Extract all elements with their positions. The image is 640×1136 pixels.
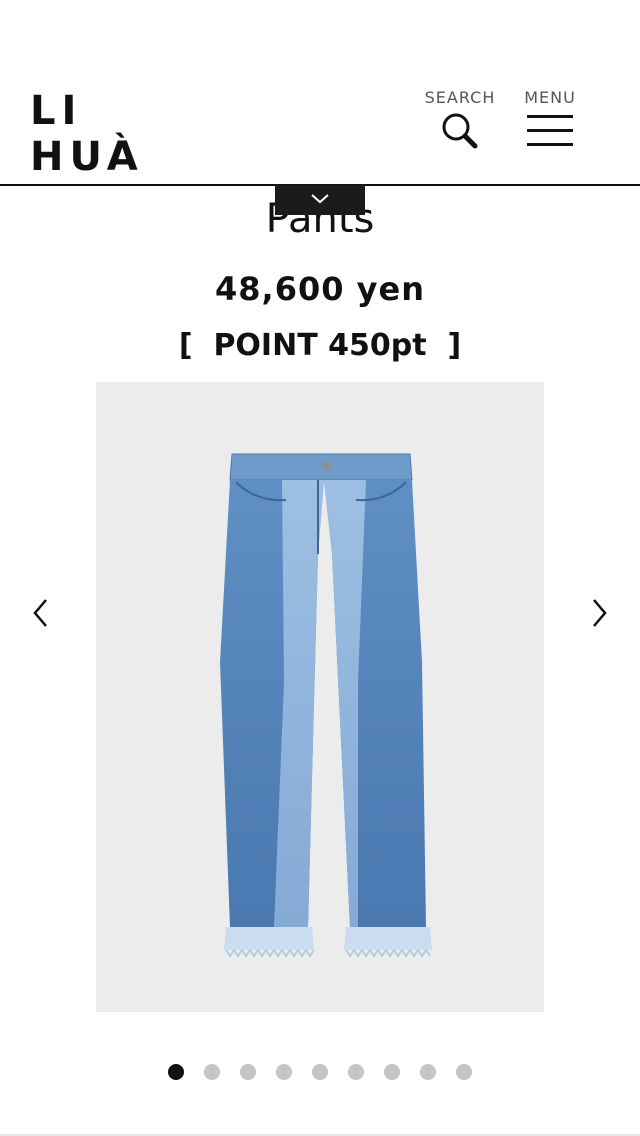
collapse-header-toggle[interactable] [275, 185, 365, 215]
carousel-pagination [0, 1064, 640, 1084]
site-header: LI HUÀ SEARCH MENU [0, 0, 640, 185]
logo-text: LI HUÀ [30, 88, 144, 180]
carousel-prev-button[interactable] [26, 596, 56, 630]
carousel-dot[interactable] [456, 1064, 472, 1080]
carousel-dot[interactable] [384, 1064, 400, 1080]
carousel-dot[interactable] [276, 1064, 292, 1080]
denim-pants-image [220, 453, 432, 958]
menu-label: MENU [524, 88, 576, 107]
product-points: [ POINT 450pt ] [178, 328, 462, 363]
product-image-carousel[interactable] [96, 382, 544, 1012]
search-icon [442, 113, 478, 149]
carousel-next-button[interactable] [584, 596, 614, 630]
carousel-dot[interactable] [168, 1064, 184, 1080]
carousel-dot[interactable] [240, 1064, 256, 1080]
menu-button[interactable]: MENU [518, 88, 582, 151]
search-button[interactable]: SEARCH [420, 88, 500, 151]
chevron-left-icon [33, 599, 47, 627]
chevron-right-icon [593, 599, 607, 627]
carousel-dot[interactable] [420, 1064, 436, 1080]
search-label: SEARCH [424, 88, 496, 107]
brand-logo[interactable]: LI HUÀ [30, 68, 200, 180]
carousel-dot[interactable] [348, 1064, 364, 1080]
chevron-down-icon [311, 194, 329, 204]
product-price: 48,600 yen [215, 270, 425, 308]
carousel-dot[interactable] [312, 1064, 328, 1080]
carousel-dot[interactable] [204, 1064, 220, 1080]
hamburger-menu-icon [527, 115, 573, 146]
